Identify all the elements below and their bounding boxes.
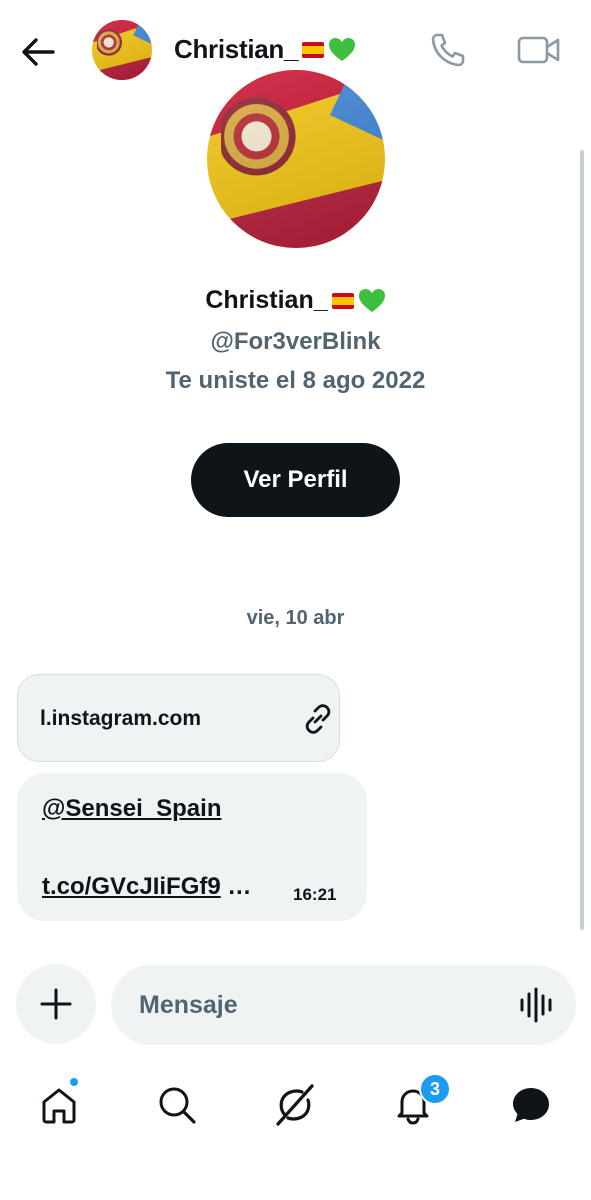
message-composer [111, 965, 576, 1045]
video-camera-icon [517, 36, 560, 64]
notifications-count-badge: 3 [419, 1073, 451, 1105]
video-call-button[interactable] [516, 30, 562, 70]
home-unread-dot [68, 1076, 80, 1088]
message-timestamp: 16:21 [293, 885, 337, 904]
link-domain: l.instagram.com [40, 707, 202, 730]
header-contact-name[interactable]: Christian_ [174, 34, 356, 65]
arrow-left-icon [22, 38, 55, 66]
header-name-text: Christian_ [174, 34, 299, 64]
link-icon [305, 704, 331, 734]
view-profile-button[interactable]: Ver Perfil [191, 443, 400, 517]
spain-flag-image [207, 70, 385, 248]
phone-icon [431, 33, 465, 67]
home-icon [42, 1088, 76, 1124]
plus-icon [40, 988, 72, 1020]
profile-avatar[interactable] [207, 70, 385, 248]
profile-joined-date: Te uniste el 8 ago 2022 [165, 367, 426, 394]
search-icon [159, 1087, 196, 1124]
link-preview-card[interactable]: l.instagram.com [17, 674, 340, 762]
back-button[interactable] [18, 32, 58, 72]
voice-waveform-icon[interactable] [517, 985, 557, 1025]
green-heart-emoji [329, 37, 356, 61]
green-heart-emoji [358, 288, 385, 312]
nav-search[interactable] [152, 1080, 202, 1130]
nav-home[interactable] [34, 1080, 84, 1130]
add-attachment-button[interactable] [16, 964, 96, 1044]
nav-grok[interactable] [270, 1080, 320, 1130]
message-url-text: t.co/GVcJIiFGf9 [42, 873, 221, 900]
messages-icon [513, 1088, 549, 1122]
spain-flag-emoji [302, 41, 325, 58]
scrollbar[interactable] [580, 150, 584, 930]
profile-name-text: Christian_ [205, 286, 328, 314]
message-url-ellipsis: … [220, 873, 252, 900]
mention-link[interactable]: @Sensei_Spain [42, 795, 221, 823]
message-url[interactable]: t.co/GVcJIiFGf9 … [42, 873, 251, 901]
message-input[interactable] [139, 965, 499, 1045]
header-avatar[interactable] [92, 20, 152, 80]
voice-call-button[interactable] [428, 30, 468, 70]
spain-flag-emoji [331, 292, 354, 309]
message-bubble: @Sensei_Spain t.co/GVcJIiFGf9 … 16:21 [17, 773, 367, 921]
profile-name: Christian_ [0, 286, 591, 315]
nav-messages[interactable] [506, 1080, 556, 1130]
profile-handle: @For3verBlink [210, 328, 381, 355]
date-separator: vie, 10 abr [246, 607, 345, 629]
bottom-navigation: 3 [0, 1060, 591, 1200]
grok-icon [276, 1084, 314, 1126]
spain-flag-image [92, 20, 152, 80]
